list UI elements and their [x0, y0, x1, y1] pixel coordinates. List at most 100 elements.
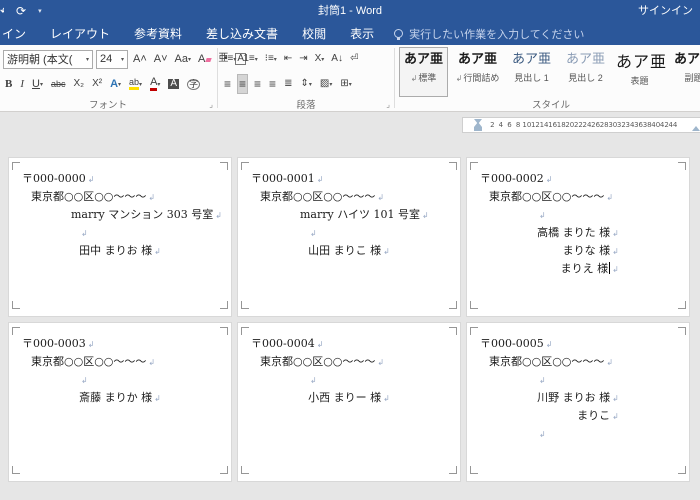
postal-code-line[interactable]: 〒000-0002↲ [480, 170, 689, 188]
font-name-combobox[interactable]: 游明朝 (本文( ▾ [3, 50, 93, 69]
asian-layout-button[interactable]: X▾ [313, 49, 327, 69]
paragraph-mark-button[interactable]: ⏎ [348, 49, 360, 69]
label-page-1[interactable]: 〒000-0000↲東京都○○区○○〜〜〜↲marry マンション 303 号室… [8, 157, 232, 317]
address-line[interactable]: 東京都○○区○○〜〜〜↲ [31, 188, 231, 206]
char-shading-button[interactable]: A [166, 74, 181, 94]
align-right-button[interactable]: ≡ [252, 74, 263, 94]
recipient-name-line[interactable]: 川野 まりお 様↲ [537, 389, 619, 407]
sign-in-button[interactable]: サインイン [638, 0, 693, 22]
ribbon-tab-1[interactable]: レイアウト [50, 25, 110, 42]
tell-me-box[interactable]: 実行したい作業を入力してください [394, 26, 584, 42]
pilcrow-icon: ↲ [148, 193, 155, 202]
ribbon-tab-2[interactable]: 参考資料 [134, 25, 182, 42]
ruler-tick-14: 14 [540, 121, 549, 129]
change-case-button[interactable]: Aa▾ [173, 49, 193, 69]
recipient-name-line[interactable]: 斎藤 まりか 様↲ [79, 389, 161, 407]
postal-code-line[interactable]: 〒000-0000↲ [22, 170, 231, 188]
ruler-numbers: 2468101214161820222426283032343638404244 [488, 118, 677, 132]
style-box-3[interactable]: あア亜見出し 2 [561, 47, 610, 97]
blank-line[interactable]: ↲ [79, 224, 231, 242]
decrease-indent-button[interactable]: ⇤ [282, 49, 294, 69]
align-left-button[interactable]: ≡ [222, 74, 233, 94]
italic-button[interactable]: I [18, 74, 26, 94]
style-box-5[interactable]: あア亜副題 [669, 47, 700, 97]
building-line[interactable]: marry ハイツ 101 号室↲ [300, 206, 460, 224]
blank-line[interactable]: ↲ [308, 224, 460, 242]
style-sample: あア亜 [562, 52, 609, 68]
subscript-button[interactable]: X₂ [72, 74, 87, 94]
blank-line[interactable]: ↲ [537, 425, 689, 443]
borders-button[interactable]: ⊞▾ [338, 74, 353, 94]
superscript-button[interactable]: X² [90, 74, 104, 94]
crop-mark-icon [12, 327, 20, 335]
crop-mark-icon [678, 466, 686, 474]
pilcrow-icon: ↲ [539, 211, 546, 220]
sort-button[interactable]: A↓ [329, 49, 345, 69]
text-effects-button[interactable]: A▾ [108, 74, 123, 94]
label-page-2[interactable]: 〒000-0001↲東京都○○区○○〜〜〜↲marry ハイツ 101 号室↲ ↲… [237, 157, 461, 317]
ribbon-tab-5[interactable]: 表示 [350, 25, 374, 42]
address-line[interactable]: 東京都○○区○○〜〜〜↲ [489, 353, 689, 371]
paragraph-dialog-launcher-icon[interactable]: ⌟ [386, 101, 390, 109]
style-sample: あア亜 [454, 52, 501, 68]
postal-code-line[interactable]: 〒000-0003↲ [22, 335, 231, 353]
building-line[interactable]: marry マンション 303 号室↲ [71, 206, 231, 224]
justify-button[interactable]: ≡ [267, 74, 278, 94]
recipient-name-line[interactable]: 山田 まりこ 様↲ [308, 242, 390, 260]
pilcrow-icon: ↲ [310, 229, 317, 238]
label-page-4[interactable]: 〒000-0003↲東京都○○区○○〜〜〜↲↲斎藤 まりか 様↲ [8, 322, 232, 482]
align-center-button[interactable]: ≡ [237, 74, 248, 94]
recipient-name-line[interactable]: まりこ↲ [537, 407, 619, 425]
shrink-font-button[interactable]: A˅ [152, 49, 170, 69]
ruler-tick-8: 8 [514, 121, 523, 129]
label-page-6[interactable]: 〒000-0005↲東京都○○区○○〜〜〜↲↲川野 まりお 様↲まりこ↲↲ [466, 322, 690, 482]
shading-button[interactable]: ▨▾ [318, 74, 334, 94]
postal-code-line[interactable]: 〒000-0001↲ [251, 170, 460, 188]
label-page-3[interactable]: 〒000-0002↲東京都○○区○○〜〜〜↲ ↲ 高橋 まりた 様↲まりな 様↲まり… [466, 157, 690, 317]
multilevel-list-button[interactable]: ⁝≡▾ [263, 49, 279, 69]
ribbon-tab-3[interactable]: 差し込み文書 [206, 25, 278, 42]
recipient-name-line[interactable]: まりえ 様↲ [537, 260, 619, 278]
distribute-button[interactable]: ≣ [282, 74, 294, 94]
clear-formatting-button[interactable]: A [196, 49, 213, 69]
postal-code-line[interactable]: 〒000-0005↲ [480, 335, 689, 353]
ribbon-tab-4[interactable]: 校閲 [302, 25, 326, 42]
strikethrough-button[interactable]: abc [49, 74, 68, 94]
blank-line[interactable]: ↲ [308, 371, 460, 389]
text-highlight-button[interactable]: ab▾ [127, 74, 144, 94]
ruler-tick-16: 16 [548, 121, 557, 129]
blank-line[interactable]: ↲ [537, 371, 689, 389]
bullets-button[interactable]: •≡▾ [222, 49, 238, 69]
postal-code-line[interactable]: 〒000-0004↲ [251, 335, 460, 353]
ribbon-tab-0[interactable]: イン [2, 25, 26, 42]
style-box-1[interactable]: あア亜↲行間詰め [453, 47, 502, 97]
left-indent-marker[interactable] [474, 127, 482, 131]
blank-line[interactable]: ↲ [79, 371, 231, 389]
enclose-char-button[interactable]: 字 [185, 74, 202, 94]
recipient-name-line[interactable]: まりな 様↲ [537, 242, 619, 260]
style-box-0[interactable]: あア亜↲標準 [399, 47, 448, 97]
font-color-button[interactable]: A▾ [148, 74, 162, 94]
chevron-down-icon: ▾ [157, 81, 160, 88]
recipient-name-line[interactable]: 高橋 まりた 様↲ [537, 224, 619, 242]
grow-font-button[interactable]: A˄ [131, 49, 149, 69]
bold-button[interactable]: B [3, 74, 14, 94]
style-box-2[interactable]: あア亜見出し 1 [507, 47, 556, 97]
address-line[interactable]: 東京都○○区○○〜〜〜↲ [260, 188, 460, 206]
font-dialog-launcher-icon[interactable]: ⌟ [209, 101, 213, 109]
recipient-name-line[interactable]: 小西 まりー 様↲ [308, 389, 390, 407]
underline-button[interactable]: U▾ [30, 74, 45, 94]
address-line[interactable]: 東京都○○区○○〜〜〜↲ [260, 353, 460, 371]
recipient-name-line[interactable]: 田中 まりお 様↲ [79, 242, 161, 260]
right-indent-marker[interactable] [692, 126, 700, 131]
font-size-combobox[interactable]: 24 ▾ [96, 50, 128, 69]
address-line[interactable]: 東京都○○区○○〜〜〜↲ [489, 188, 689, 206]
style-box-4[interactable]: あア亜表題 [615, 47, 664, 97]
ruler-tick-44: 44 [668, 121, 677, 129]
numbering-button[interactable]: 1≡▾ [241, 49, 259, 69]
blank-line[interactable]: ↲ [537, 206, 689, 224]
label-page-5[interactable]: 〒000-0004↲東京都○○区○○〜〜〜↲↲小西 まりー 様↲ [237, 322, 461, 482]
address-line[interactable]: 東京都○○区○○〜〜〜↲ [31, 353, 231, 371]
increase-indent-button[interactable]: ⇥ [297, 49, 309, 69]
line-spacing-button[interactable]: ⇕▾ [298, 74, 313, 94]
